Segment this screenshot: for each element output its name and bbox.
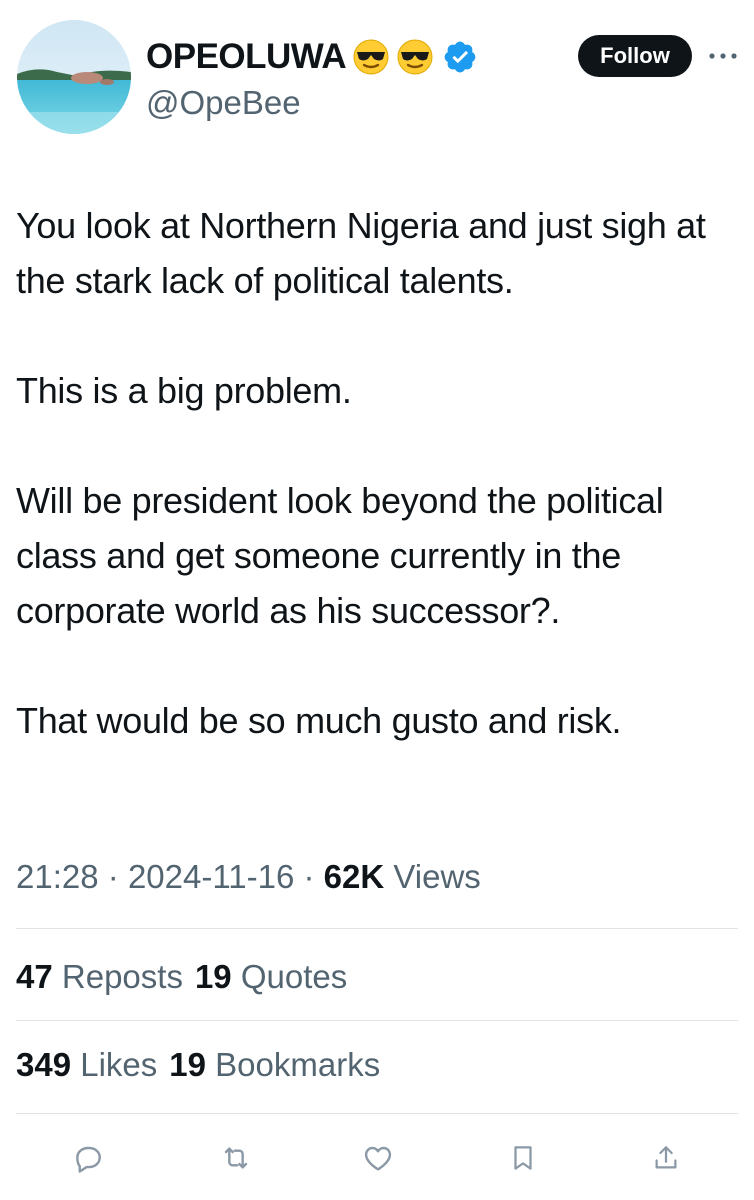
divider bbox=[16, 928, 738, 929]
quotes-count: 19 bbox=[194, 958, 232, 995]
reply-icon[interactable] bbox=[70, 1140, 106, 1176]
stats-row-likes-bookmarks: 349 Likes 19 Bookmarks bbox=[16, 1046, 380, 1084]
likes-count: 349 bbox=[16, 1046, 72, 1083]
meta-separator: · bbox=[107, 858, 119, 895]
divider bbox=[16, 1113, 738, 1114]
quotes-link[interactable]: 19 Quotes bbox=[195, 958, 347, 995]
views-count: 62K bbox=[323, 858, 385, 895]
bookmarks-label: Bookmarks bbox=[215, 1046, 381, 1083]
stats-row-reposts-quotes: 47 Reposts 19 Quotes bbox=[16, 958, 347, 996]
avatar[interactable] bbox=[17, 20, 131, 134]
tweet-text: You look at Northern Nigeria and just si… bbox=[16, 198, 741, 748]
tweet-paragraph: That would be so much gusto and risk. bbox=[16, 700, 622, 741]
sunglasses-face-emoji-icon bbox=[352, 38, 390, 76]
tweet-paragraph: This is a big problem. bbox=[16, 370, 352, 411]
share-icon[interactable] bbox=[648, 1140, 684, 1176]
likes-label: Likes bbox=[80, 1046, 158, 1083]
tweet-paragraph: Will be president look beyond the politi… bbox=[16, 480, 664, 631]
bookmarks-count: 19 bbox=[169, 1046, 206, 1083]
reposts-link[interactable]: 47 Reposts bbox=[16, 958, 183, 995]
quotes-label: Quotes bbox=[240, 958, 348, 995]
verified-badge-icon[interactable] bbox=[442, 39, 478, 75]
author-handle[interactable]: @OpeBee bbox=[146, 84, 301, 122]
reposts-label: Reposts bbox=[61, 958, 183, 995]
tweet-date[interactable]: 2024-11-16 bbox=[128, 858, 294, 895]
more-horizontal-icon[interactable] bbox=[706, 44, 740, 68]
tweet: OPEOLUWA @OpeBee Follow You look at Nort… bbox=[0, 0, 754, 1200]
bookmark-icon[interactable] bbox=[505, 1140, 541, 1176]
sunglasses-face-emoji-icon bbox=[396, 38, 434, 76]
follow-button[interactable]: Follow bbox=[578, 35, 692, 77]
tweet-meta: 21:28 · 2024-11-16 · 62K Views bbox=[16, 858, 481, 896]
divider bbox=[16, 1020, 738, 1021]
tweet-time[interactable]: 21:28 bbox=[16, 858, 99, 895]
reposts-count: 47 bbox=[16, 958, 53, 995]
views-label: Views bbox=[393, 858, 481, 895]
tweet-paragraph: You look at Northern Nigeria and just si… bbox=[16, 205, 706, 301]
repost-icon[interactable] bbox=[218, 1140, 254, 1176]
bookmarks-link[interactable]: 19 Bookmarks bbox=[169, 1046, 380, 1083]
like-icon[interactable] bbox=[360, 1140, 396, 1176]
author-name-row[interactable]: OPEOLUWA bbox=[146, 34, 478, 80]
author-display-name[interactable]: OPEOLUWA bbox=[146, 37, 347, 77]
meta-separator: · bbox=[303, 858, 315, 895]
likes-link[interactable]: 349 Likes bbox=[16, 1046, 157, 1083]
